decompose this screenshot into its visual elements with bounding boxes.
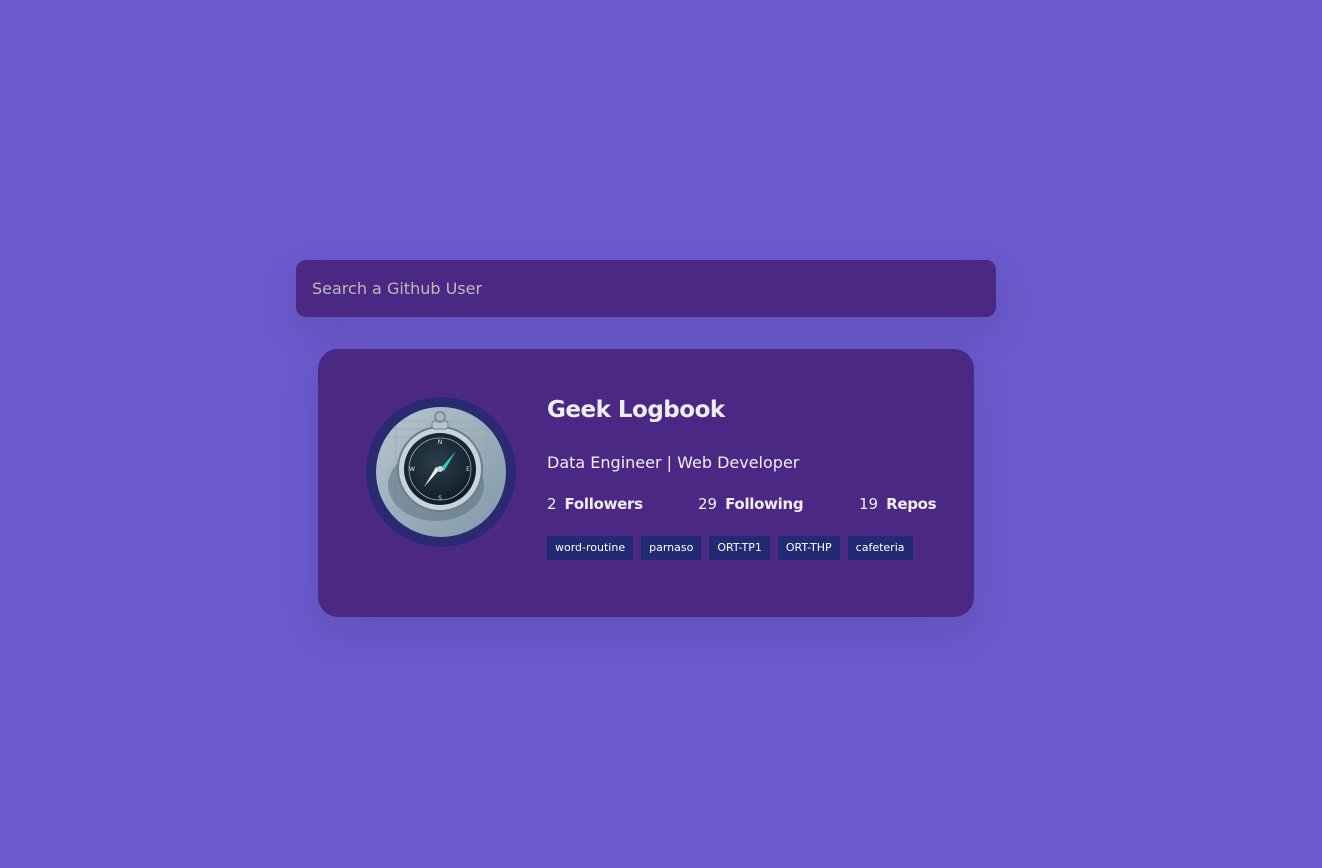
stat-following: 29 Following — [698, 495, 804, 513]
user-bio: Data Engineer | Web Developer — [547, 453, 800, 472]
stat-repos: 19 Repos — [859, 495, 937, 513]
search-input[interactable] — [296, 260, 996, 317]
repos-label: Repos — [886, 495, 937, 513]
stat-followers: 2 Followers — [547, 495, 643, 513]
avatar-ring: N S E W — [366, 397, 516, 547]
following-count: 29 — [698, 495, 718, 513]
user-stats: 2 Followers 29 Following 19 Repos — [547, 495, 937, 515]
user-name: Geek Logbook — [547, 397, 725, 423]
svg-text:S: S — [438, 495, 442, 502]
user-profile-card: N S E W Geek Logbook Data Engineer | Web… — [318, 349, 974, 617]
repos-count: 19 — [859, 495, 879, 513]
svg-text:W: W — [409, 466, 415, 473]
repo-link[interactable]: cafeteria — [847, 536, 913, 560]
followers-label: Followers — [564, 495, 644, 513]
repo-list: word-routine parnaso ORT-TP1 ORT-THP caf… — [547, 536, 913, 560]
avatar: N S E W — [376, 407, 506, 537]
repo-link[interactable]: parnaso — [641, 536, 702, 560]
repo-link[interactable]: word-routine — [547, 536, 634, 560]
followers-count: 2 — [547, 495, 557, 513]
compass-avatar-image: N S E W — [376, 407, 506, 537]
repo-link[interactable]: ORT-THP — [777, 536, 840, 560]
svg-text:E: E — [466, 466, 470, 473]
following-label: Following — [725, 495, 804, 513]
svg-text:N: N — [438, 439, 443, 446]
user-search-form — [296, 260, 996, 317]
repo-link[interactable]: ORT-TP1 — [709, 536, 770, 560]
